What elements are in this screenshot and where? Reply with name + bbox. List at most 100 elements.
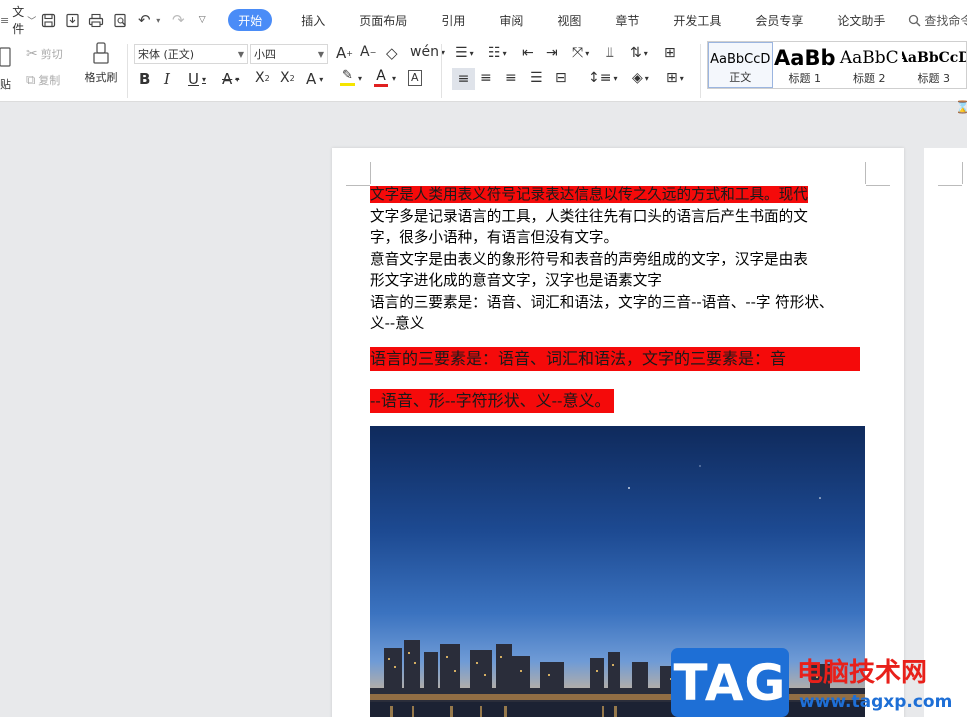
scissors-icon: ✂: [26, 46, 38, 62]
chevron-down-icon: ▾: [235, 74, 240, 84]
font-color-button[interactable]: A: [374, 68, 388, 87]
strikethrough-button[interactable]: A ▾: [222, 70, 239, 88]
paragraph-line: 文字多是记录语言的工具，人类往往先有口头的语言后产生书面的文: [370, 207, 808, 225]
paragraph-line: 意音文字是由表义的象形符号和表音的声旁组成的文字，汉字是由表: [370, 250, 808, 268]
next-page[interactable]: [924, 148, 967, 717]
style-heading-1[interactable]: AaBb 标题 1: [773, 42, 837, 88]
style-heading-2[interactable]: AaBbC 标题 2: [837, 42, 901, 88]
save-button[interactable]: [36, 9, 60, 31]
tab-home[interactable]: 开始: [228, 9, 273, 31]
bullet-list-button[interactable]: ☰ ▾: [455, 45, 474, 61]
paragraph-line: 文字是人类用表义符号记录表达信息以传之久远的方式和工具。现代: [370, 184, 866, 206]
highlight-color-button[interactable]: ✎: [340, 68, 355, 86]
clear-format-button[interactable]: ◇: [386, 44, 398, 62]
cut-button[interactable]: ✂ 剪切: [26, 45, 63, 63]
tab-chapter[interactable]: 章节: [604, 9, 650, 31]
watermark-url: www.tagxp.com: [799, 692, 953, 712]
underline-letter: U: [188, 70, 199, 88]
copy-button[interactable]: ⧉ 复制: [26, 71, 60, 89]
bold-button[interactable]: B: [139, 70, 150, 88]
highlight-color-bar: [340, 83, 355, 86]
style-name: 正文: [729, 71, 752, 84]
align-right-button[interactable]: ≡: [505, 70, 517, 86]
document-body[interactable]: 文字是人类用表义符号记录表达信息以传之久远的方式和工具。现代 文字多是记录语言的…: [370, 184, 866, 413]
export-pdf-button[interactable]: [60, 9, 84, 31]
sort-icon: ⇅: [630, 45, 642, 61]
redo-button[interactable]: ↷: [166, 9, 190, 31]
text-direction-button[interactable]: ⫫: [606, 45, 614, 61]
style-heading-3[interactable]: AaBbCcD 标题 3: [902, 42, 966, 88]
increase-indent-button[interactable]: ⇥: [546, 45, 558, 61]
font-size-select[interactable]: 小四 ▼: [250, 44, 328, 64]
undo-button[interactable]: ↶: [132, 9, 156, 31]
numbered-list-button[interactable]: ☷ ▾: [488, 45, 507, 61]
subscript-button[interactable]: X2: [280, 70, 295, 86]
tab-view[interactable]: 视图: [546, 9, 592, 31]
justify-button[interactable]: ☰: [530, 70, 543, 86]
tab-insert[interactable]: 插入: [290, 9, 336, 31]
paragraph-line: 字，很多小语种，有语言但没有文字。: [370, 229, 619, 246]
text-effect-button[interactable]: A ▾: [306, 70, 323, 88]
format-painter-icon: [93, 42, 109, 64]
print-preview-button[interactable]: [108, 9, 132, 31]
crop-mark: [370, 162, 371, 184]
tab-page-layout[interactable]: 页面布局: [348, 9, 418, 31]
undo-dropdown-icon[interactable]: ▾: [156, 16, 160, 25]
paint-bucket-icon: ◈: [632, 70, 643, 86]
char-border-button[interactable]: A: [408, 70, 422, 86]
tab-developer[interactable]: 开发工具: [662, 9, 732, 31]
tab-references[interactable]: 引用: [430, 9, 476, 31]
underline-button[interactable]: U ▾: [188, 70, 206, 88]
chinese-layout-button[interactable]: ⤧ ▾: [572, 45, 589, 61]
italic-button[interactable]: I: [164, 70, 170, 88]
distributed-icon: ⊟: [555, 70, 567, 86]
grow-font-button[interactable]: A +: [336, 44, 353, 62]
shading-button[interactable]: ◈ ▾: [632, 70, 649, 86]
print-preview-icon: [114, 13, 126, 27]
chevron-down-icon[interactable]: ▾: [392, 74, 396, 83]
chevron-down-icon: ▾: [502, 48, 507, 58]
phonetic-guide-button[interactable]: wén ▾: [410, 44, 445, 60]
borders-button[interactable]: ⊞ ▾: [666, 70, 684, 86]
document-page[interactable]: 文字是人类用表义符号记录表达信息以传之久远的方式和工具。现代 文字多是记录语言的…: [332, 148, 904, 717]
format-painter-button[interactable]: 格式刷: [82, 42, 120, 90]
ribbon-tabs: 开始 插入 页面布局 引用 审阅 视图 章节 开发工具 会员专享 论文助手: [228, 9, 908, 31]
crop-mark: [346, 185, 370, 186]
line-spacing-button[interactable]: ↕≡ ▾: [588, 70, 617, 86]
distributed-button[interactable]: ⊟: [555, 70, 567, 86]
file-menu[interactable]: ≡ 文件 ﹀: [0, 3, 36, 37]
copy-label: 复制: [38, 74, 61, 87]
superscript-button[interactable]: X2: [255, 70, 270, 86]
phonetic-icon: wén: [410, 44, 439, 60]
print-button[interactable]: [84, 9, 108, 31]
chevron-down-icon: ▾: [613, 73, 618, 83]
crop-mark: [938, 185, 962, 186]
side-panel-handle[interactable]: ⌛: [955, 100, 967, 114]
decrease-indent-button[interactable]: ⇤: [522, 45, 534, 61]
quick-access-toolbar: ↶ ▾ ↷ ▽: [36, 9, 214, 31]
style-normal[interactable]: AaBbCcD 正文: [708, 42, 773, 88]
save-icon: [41, 13, 55, 27]
align-left-button[interactable]: ≡: [452, 68, 475, 90]
highlighted-text: --语音、形--字符形状、义--意义。: [370, 388, 615, 413]
text-direction-icon: ⫫: [606, 45, 614, 61]
highlighted-text: 文字是人类用表义符号记录表达信息以传之久远的方式和工具。现代: [370, 186, 808, 203]
tab-member[interactable]: 会员专享: [744, 9, 814, 31]
command-search[interactable]: 查找命令、搜索: [908, 12, 967, 29]
chevron-down-icon: ▾: [319, 74, 324, 84]
font-name-select[interactable]: 宋体 (正文) ▼: [134, 44, 248, 64]
tab-thesis-assistant[interactable]: 论文助手: [826, 9, 896, 31]
shrink-font-button[interactable]: A −: [360, 44, 376, 60]
show-marks-button[interactable]: ⊞: [664, 45, 676, 61]
text-effect-icon: A: [306, 70, 317, 88]
align-center-button[interactable]: ≡: [480, 70, 492, 86]
customize-toolbar-button[interactable]: ▽: [190, 9, 214, 31]
paste-button[interactable]: 贴: [0, 44, 20, 94]
outdent-icon: ⇤: [522, 45, 534, 61]
sort-button[interactable]: ⇅ ▾: [630, 45, 648, 61]
tab-review[interactable]: 审阅: [488, 9, 534, 31]
highlighted-paragraph-line: --语音、形--字符形状、义--意义。: [370, 388, 866, 413]
chevron-down-icon: ﹀: [27, 16, 37, 27]
watermark-site-name: 电脑技术网: [797, 658, 928, 688]
chevron-down-icon[interactable]: ▾: [358, 74, 362, 83]
